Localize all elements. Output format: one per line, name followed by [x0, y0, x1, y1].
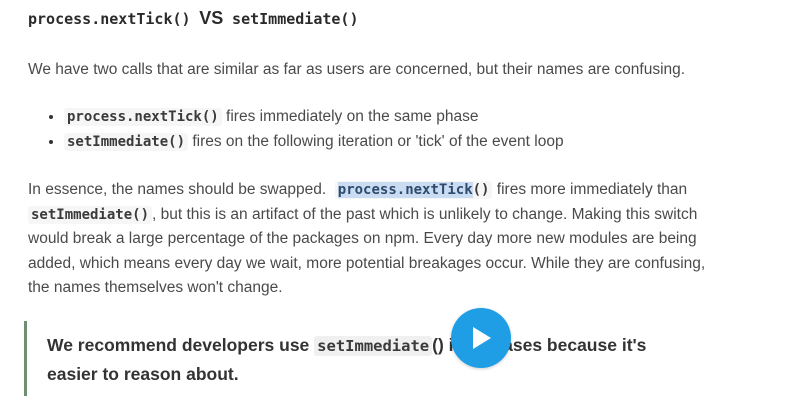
essence-paragraph: In essence, the names should be swapped.… [28, 178, 778, 301]
paragraph-line: In essence, the names should be swapped.… [28, 178, 778, 203]
heading-code-nexttick: process.nextTick() [28, 10, 191, 28]
callout-text: We recommend developers use setImmediate… [47, 331, 646, 388]
inline-code: setImmediate() [64, 133, 189, 151]
list-item: process.nextTick() fires immediately on … [64, 104, 564, 129]
section-heading: process.nextTick() VS setImmediate() [28, 8, 358, 29]
paragraph-text: , but this is an artifact of the past wh… [152, 205, 698, 223]
video-play-button[interactable] [451, 308, 511, 368]
comparison-list: process.nextTick() fires immediately on … [28, 104, 564, 154]
paragraph-text: In essence, the names should be swapped. [28, 181, 327, 198]
paragraph-line: setImmediate(), but this is an artifact … [28, 203, 778, 228]
list-item-text: fires immediately on the same phase [226, 108, 479, 125]
inline-code-rest: () [472, 182, 490, 198]
list-item-text: fires on the following iteration or 'tic… [192, 133, 564, 150]
text-selection: process.nextTick [337, 182, 473, 198]
inline-code-setimmediate: setImmediate [314, 336, 433, 356]
callout-line: We recommend developers use setImmediate… [47, 331, 646, 360]
heading-code-setimmediate: setImmediate() [232, 10, 359, 28]
paragraph-line: added, which means every day we wait, mo… [28, 254, 706, 272]
list-item: setImmediate() fires on the following it… [64, 129, 564, 154]
heading-vs: VS [199, 8, 224, 28]
inline-code-setimmediate: setImmediate() [28, 205, 153, 224]
play-icon [473, 327, 491, 349]
paragraph-line: the names themselves won't change. [28, 279, 283, 296]
callout-line: easier to reason about. [47, 364, 239, 384]
recommendation-callout: We recommend developers use setImmediate… [24, 321, 767, 396]
inline-code-nexttick: process.nextTick() [334, 181, 493, 199]
callout-text-pre: We recommend developers use [47, 335, 310, 355]
intro-paragraph: We have two calls that are similar as fa… [28, 61, 686, 78]
inline-code: process.nextTick() [64, 108, 222, 126]
paragraph-text: fires more immediately than [496, 181, 688, 198]
paragraph-line: would break a large percentage of the pa… [28, 230, 697, 247]
